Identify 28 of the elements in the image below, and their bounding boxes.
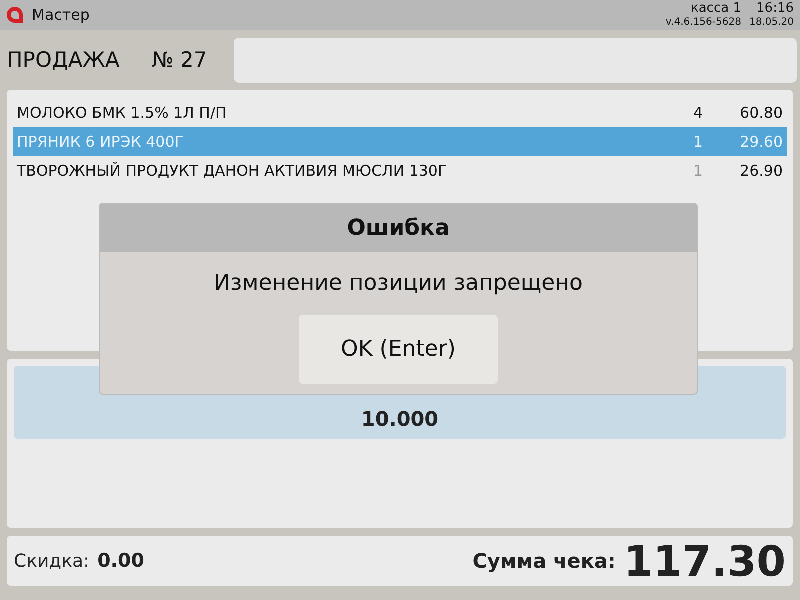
- version-label: v.4.6.156-5628: [666, 16, 742, 28]
- clock-time: 16:16: [756, 2, 794, 17]
- item-quantity: 1: [692, 132, 703, 150]
- item-name: ПРЯНИК 6 ИРЭК 400Г: [17, 132, 185, 150]
- total-value: 117.30: [624, 536, 786, 586]
- item-quantity: 1: [692, 162, 703, 180]
- app-title: Мастер: [32, 6, 91, 24]
- item-sum: 60.80: [739, 104, 783, 122]
- item-name: МОЛОКО БМК 1.5% 1Л П/П: [17, 104, 228, 122]
- item-sum: 26.90: [739, 162, 783, 180]
- item-row[interactable]: ТВОРОЖНЫЙ ПРОДУКТ ДАНОН АКТИВИЯ МЮСЛИ 130Г 1 26.90: [13, 156, 787, 185]
- clock-date: 18.05.20: [749, 16, 794, 28]
- item-sum: 29.60: [739, 132, 783, 150]
- dialog-message: Изменение позиции запрещено: [214, 271, 583, 296]
- item-quantity: 4: [692, 104, 703, 122]
- total-label: Сумма чека:: [472, 549, 616, 573]
- item-name: ТВОРОЖНЫЙ ПРОДУКТ ДАНОН АКТИВИЯ МЮСЛИ 130Г: [17, 162, 448, 180]
- ok-button[interactable]: OK (Enter): [299, 315, 498, 384]
- discount-label: Скидка:: [14, 550, 90, 572]
- logo-icon: [6, 6, 24, 24]
- quantity-value: 10.000: [361, 407, 439, 431]
- dialog-title: Ошибка: [347, 216, 450, 240]
- item-row[interactable]: МОЛОКО БМК 1.5% 1Л П/П 4 60.80: [13, 98, 787, 127]
- sale-title: ПРОДАЖА: [7, 48, 121, 72]
- sale-number: № 27: [152, 48, 208, 72]
- discount-value: 0.00: [98, 550, 146, 572]
- input-field[interactable]: [234, 38, 797, 82]
- register-label: касса 1: [690, 2, 742, 17]
